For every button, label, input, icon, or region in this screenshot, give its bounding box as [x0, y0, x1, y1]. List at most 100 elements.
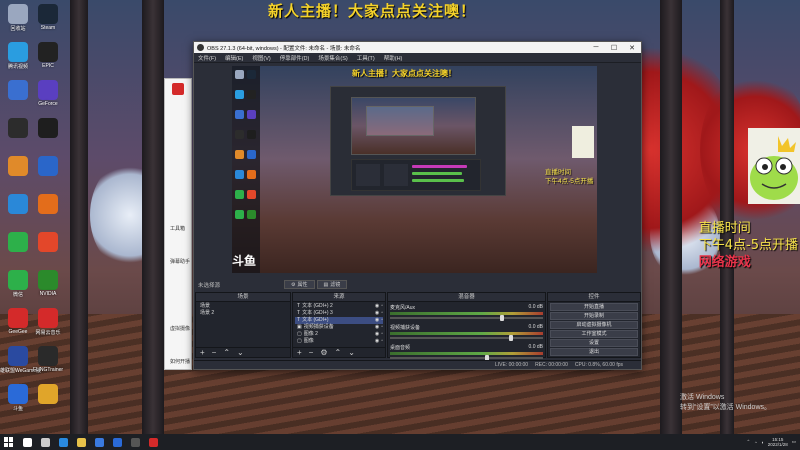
preview-banner-text: 新人主播！大家点点关注噢！: [352, 69, 456, 78]
scene-item[interactable]: 场景 2: [198, 310, 288, 317]
obs-preview-canvas[interactable]: 新人主播！大家点点关注噢！ 直播时间 下午4点-5点开播 斗鱼: [232, 66, 597, 273]
source-item[interactable]: ▢ 图像 ◉ ▫: [295, 338, 383, 345]
lock-icon[interactable]: ▫: [381, 310, 383, 317]
taskbar-obs-button[interactable]: [126, 434, 144, 450]
maximize-icon[interactable]: ☐: [605, 44, 623, 52]
remove-scene-icon[interactable]: −: [212, 348, 217, 357]
desktop-icon[interactable]: GeeGee: [4, 308, 32, 335]
control-button-2[interactable]: 启动虚拟摄像机: [550, 321, 638, 329]
desktop-icon[interactable]: [4, 232, 32, 252]
eye-icon[interactable]: ◉: [375, 310, 379, 317]
desktop-icon[interactable]: GeForce: [34, 80, 62, 107]
desktop-icon[interactable]: EPIC: [34, 42, 62, 69]
desktop-icon[interactable]: FLiNGTrainer: [33, 346, 63, 373]
white-win-text-4[interactable]: 虚拟摄像: [170, 325, 190, 332]
desktop-icon[interactable]: NVIDIA: [34, 270, 62, 297]
desktop-icon[interactable]: 斗鱼: [4, 384, 32, 412]
eye-icon[interactable]: ◉: [375, 324, 379, 331]
volume-slider[interactable]: [390, 355, 543, 361]
taskbar-store-button[interactable]: [90, 434, 108, 450]
activate-windows-watermark: 激活 Windows 转到“设置”以激活 Windows。: [680, 393, 771, 413]
close-icon[interactable]: ✕: [623, 44, 641, 52]
desktop-icon[interactable]: [34, 232, 62, 252]
control-button-0[interactable]: 开始直播: [550, 303, 638, 311]
desktop-icon[interactable]: 回收站: [4, 4, 32, 32]
white-win-text-2[interactable]: 弹幕助手: [170, 258, 190, 265]
desktop-icon[interactable]: [4, 80, 32, 100]
desktop-icon[interactable]: [34, 194, 62, 214]
menu-item-1[interactable]: 编辑(E): [225, 54, 243, 62]
app-icon: [8, 194, 28, 214]
minimize-icon[interactable]: ─: [587, 44, 605, 51]
menu-item-5[interactable]: 工具(T): [357, 54, 375, 62]
eye-icon[interactable]: ◉: [375, 303, 379, 310]
eye-icon[interactable]: ◉: [375, 331, 379, 338]
volume-slider[interactable]: [390, 315, 543, 321]
desktop-icon[interactable]: [34, 156, 62, 176]
desktop-icon[interactable]: [4, 156, 32, 176]
control-button-3[interactable]: 工作室模式: [550, 330, 638, 338]
taskbar-edge-button[interactable]: [54, 434, 72, 450]
source-item[interactable]: ▣ 视频捕获设备 ◉ ▫: [295, 324, 383, 331]
menu-item-3[interactable]: 停靠部件(D): [280, 54, 310, 62]
desktop-icon[interactable]: 微信: [4, 270, 32, 298]
remove-source-icon[interactable]: −: [309, 348, 314, 357]
desktop-icon[interactable]: [34, 118, 62, 138]
control-button-1[interactable]: 开始录制: [550, 312, 638, 320]
add-source-icon[interactable]: +: [297, 348, 302, 357]
source-item[interactable]: T 文本 (GDI+) ◉ ▫: [295, 317, 383, 324]
taskbar-clock[interactable]: 15:15 2022/1/28: [768, 437, 788, 447]
gear-icon[interactable]: ⚙: [320, 348, 327, 357]
lock-icon[interactable]: ▫: [381, 317, 383, 324]
menu-item-0[interactable]: 文件(F): [198, 54, 216, 62]
filters-button[interactable]: ▤ 滤镜: [316, 280, 348, 289]
taskbar-explorer-button[interactable]: [72, 434, 90, 450]
desktop-icon[interactable]: [34, 384, 62, 404]
taskbar-netease-button[interactable]: [144, 434, 162, 450]
volume-icon[interactable]: ◖: [761, 440, 764, 445]
start-button[interactable]: [0, 434, 18, 450]
desktop-icon[interactable]: [4, 118, 32, 138]
taskbar-taskview-button[interactable]: [36, 434, 54, 450]
desktop-icon[interactable]: 网易云音乐: [34, 308, 62, 336]
white-win-text-1[interactable]: 工具箱: [170, 225, 185, 232]
add-scene-icon[interactable]: +: [200, 348, 205, 357]
scene-item[interactable]: 场景: [198, 303, 288, 310]
desktop-icon[interactable]: 英雄联盟WeGame版: [0, 346, 41, 374]
white-win-text-6[interactable]: 如何开播: [170, 358, 190, 365]
volume-slider-knob[interactable]: [509, 335, 514, 341]
control-button-5[interactable]: 退出: [550, 348, 638, 356]
volume-slider-knob[interactable]: [500, 315, 505, 321]
obs-titlebar[interactable]: OBS 27.1.3 (64-bit, windows) - 配置文件: 未命名…: [194, 42, 641, 53]
desktop-icon[interactable]: Steam: [34, 4, 62, 31]
notification-icon[interactable]: ▭: [792, 439, 796, 445]
preview-time-value: 下午4点-5点开播: [545, 178, 594, 185]
desktop-icon[interactable]: 腾讯视频: [4, 42, 32, 70]
source-item[interactable]: T 文本 (GDI+) 2 ◉ ▫: [295, 303, 383, 310]
preview-app-icon: [247, 110, 256, 119]
move-up-icon[interactable]: ⌃: [223, 348, 230, 357]
menu-item-6[interactable]: 帮助(H): [384, 54, 403, 62]
source-item[interactable]: ▢ 图像 2 ◉ ▫: [295, 331, 383, 338]
move-up-icon[interactable]: ⌃: [335, 348, 342, 357]
taskbar-douyu-button[interactable]: [108, 434, 126, 450]
lock-icon[interactable]: ▫: [381, 324, 383, 331]
properties-button[interactable]: ⚙ 属性: [284, 280, 315, 289]
taskbar-search-button[interactable]: [18, 434, 36, 450]
volume-slider[interactable]: [390, 335, 543, 341]
mixer-track: 麦克风/Aux 0.0 dB: [390, 304, 543, 321]
network-icon[interactable]: ◔: [754, 440, 757, 445]
move-down-icon[interactable]: ⌄: [237, 348, 244, 357]
control-button-4[interactable]: 设置: [550, 339, 638, 347]
lock-icon[interactable]: ▫: [381, 331, 383, 338]
lock-icon[interactable]: ▫: [381, 303, 383, 310]
menu-item-2[interactable]: 视图(V): [252, 54, 270, 62]
move-down-icon[interactable]: ⌄: [348, 348, 355, 357]
source-item[interactable]: T 文本 (GDI+) 3 ◉ ▫: [295, 310, 383, 317]
eye-icon[interactable]: ◉: [375, 317, 379, 324]
menu-item-4[interactable]: 场景集合(S): [318, 54, 347, 62]
chevron-up-icon[interactable]: ⌃: [746, 439, 750, 445]
lock-icon[interactable]: ▫: [381, 338, 383, 345]
eye-icon[interactable]: ◉: [375, 338, 379, 345]
desktop-icon[interactable]: [4, 194, 32, 214]
